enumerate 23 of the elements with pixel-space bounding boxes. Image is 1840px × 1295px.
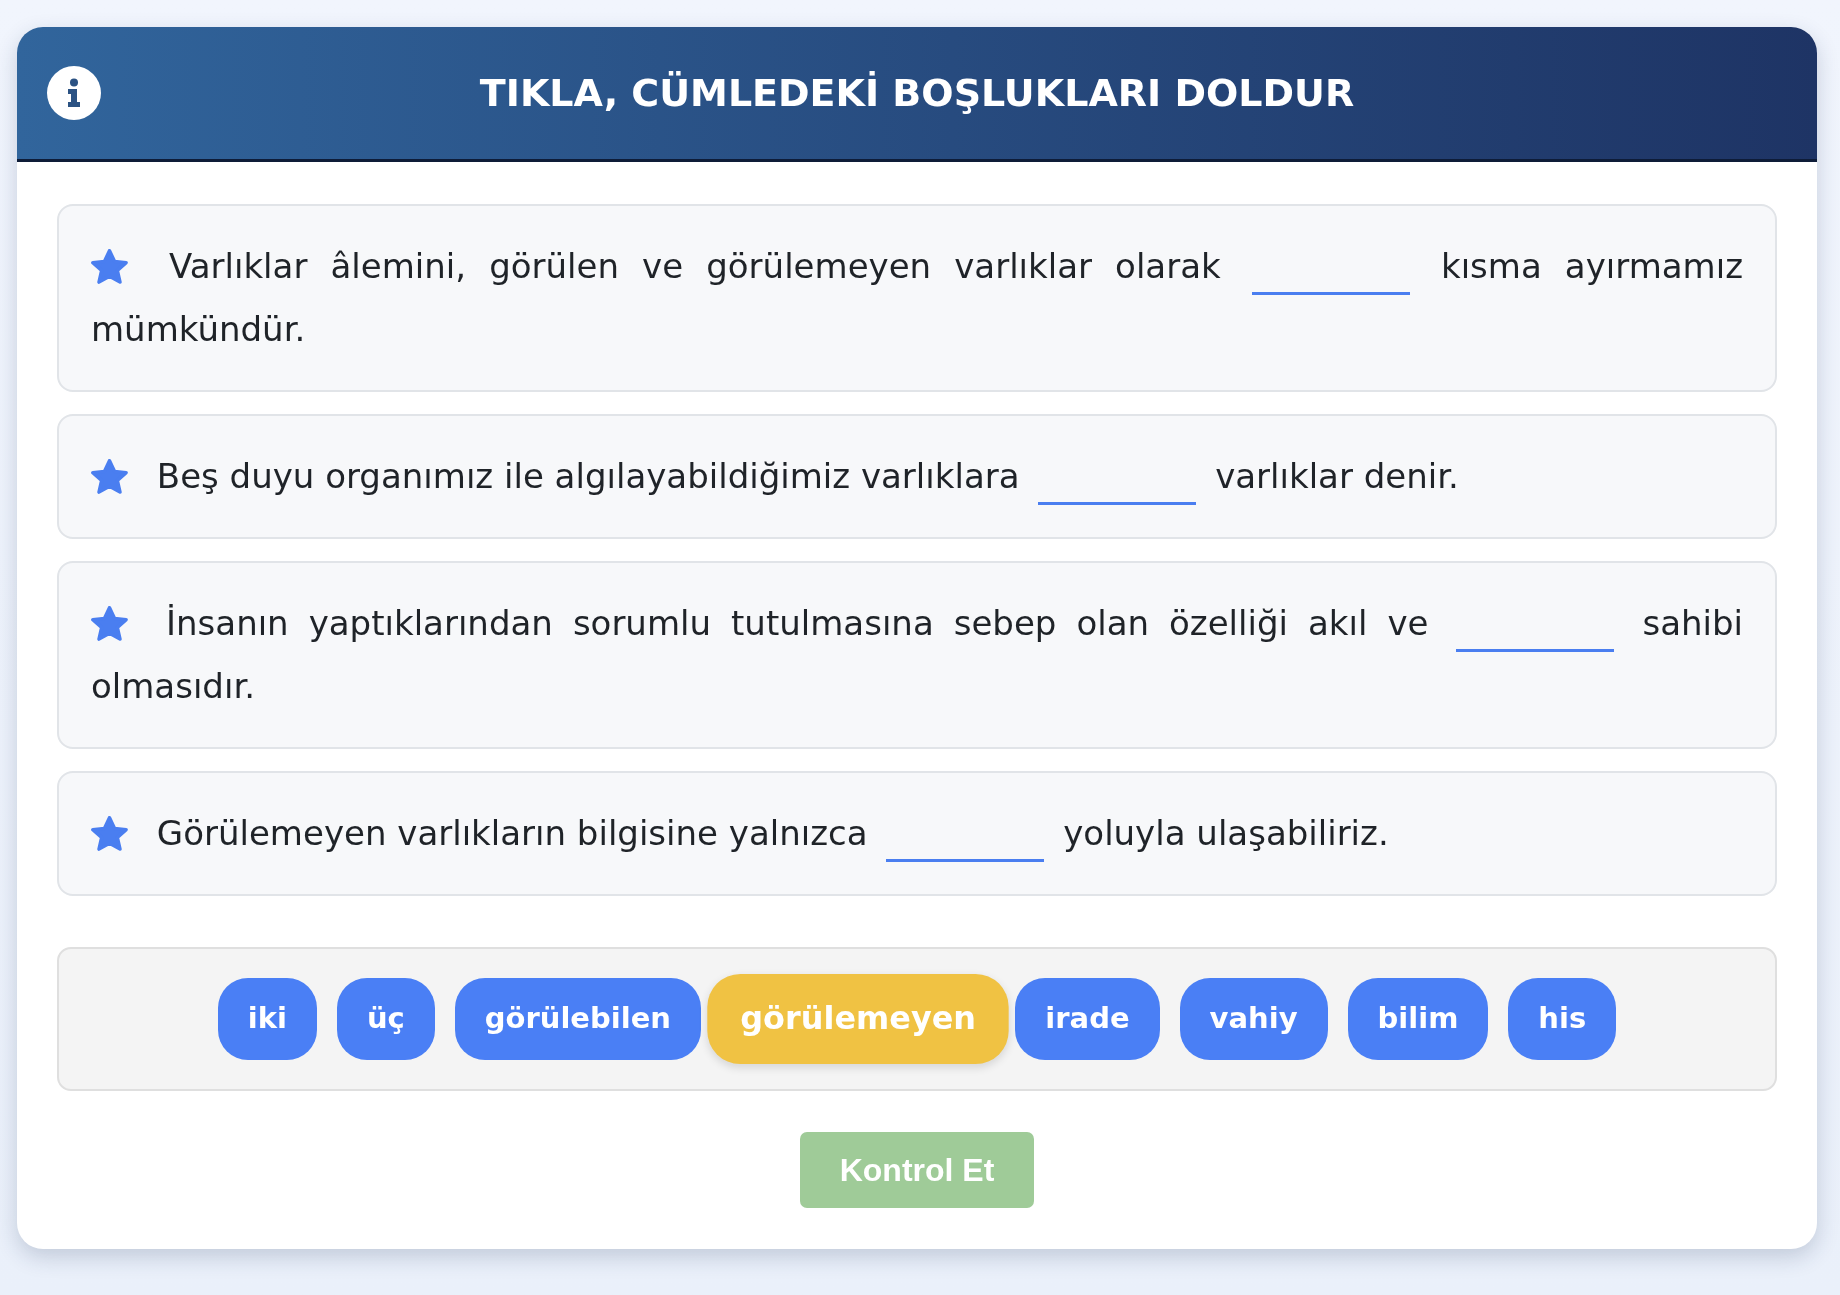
word-chip[interactable]: his [1508,978,1617,1060]
word-chip[interactable]: bilim [1347,978,1489,1060]
word-chip[interactable]: vahiy [1179,978,1328,1060]
sentence-text: İnsanın yaptıklarından sorumlu tutulmasına sebep olan özelliği akıl ve [166,603,1429,643]
word-chip[interactable]: iki [217,978,317,1060]
sentence-text: Görülemeyen varlıkların bilgisine yalnızca [156,813,868,853]
star-icon [91,249,128,284]
sentence-text: kısma ayırmamız [1440,246,1743,286]
star-icon [91,459,128,494]
info-icon[interactable] [47,66,101,120]
sentence-text: olmasıdır. [91,666,256,706]
word-chip[interactable]: irade [1015,978,1160,1060]
sentence-text: sahibi [1642,603,1743,643]
word-chip[interactable]: görülebilen [454,978,701,1060]
sentence-text: Beş duyu organımız ile algılayabildiğimiz varlıklara [156,456,1020,496]
sentence-text: mümkündür. [91,309,306,349]
star-icon [91,816,128,851]
sentence-text: yoluyla ulaşabiliriz. [1063,813,1389,853]
page-title: TIKLA, CÜMLEDEKİ BOŞLUKLARI DOLDUR [478,70,1356,116]
sentence-text: varlıklar denir. [1215,456,1459,496]
star-icon [91,606,128,641]
word-chip[interactable]: üç [336,978,435,1060]
sentence-text: Varlıklar âlemini, görülen ve görülemeyen varlıklar olarak [169,246,1221,286]
